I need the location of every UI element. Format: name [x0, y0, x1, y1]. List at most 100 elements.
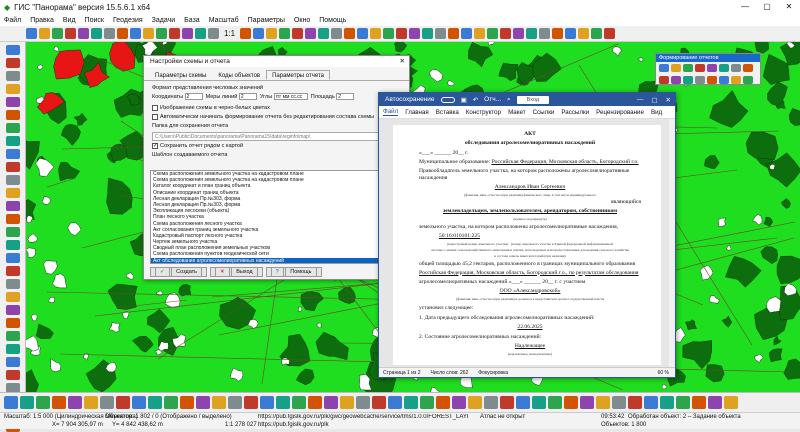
- map-forest-area[interactable]: [132, 336, 153, 352]
- map-clearing[interactable]: [157, 291, 164, 296]
- map-clearing[interactable]: [766, 297, 781, 313]
- create-button[interactable]: ✓ Создать: [150, 267, 207, 277]
- word-zoom[interactable]: 60 %: [658, 370, 669, 376]
- bw-checkbox[interactable]: [152, 105, 158, 111]
- delete-icon[interactable]: [6, 188, 20, 198]
- print-icon[interactable]: [196, 396, 210, 409]
- folder-icon[interactable]: [724, 396, 738, 409]
- map-clearing[interactable]: [639, 58, 643, 62]
- map-forest-area[interactable]: [685, 320, 696, 330]
- layers-icon[interactable]: [148, 396, 162, 409]
- map-forest-area[interactable]: [769, 349, 782, 362]
- map-forest-area[interactable]: [338, 287, 355, 304]
- print-icon[interactable]: [676, 396, 690, 409]
- undo-icon[interactable]: ↶: [473, 96, 478, 104]
- zoom-icon[interactable]: [474, 28, 485, 39]
- save-icon[interactable]: ▣: [461, 96, 467, 104]
- folder-icon[interactable]: [500, 28, 511, 39]
- zoom-icon[interactable]: [612, 396, 626, 409]
- line-tool-icon[interactable]: [6, 370, 20, 380]
- folder-icon[interactable]: [84, 396, 98, 409]
- word-minimize-button[interactable]: —: [637, 96, 644, 104]
- menu-item[interactable]: Поиск: [85, 17, 104, 24]
- map-forest-area[interactable]: [61, 124, 80, 145]
- folder-icon[interactable]: [644, 396, 658, 409]
- folder-icon[interactable]: [26, 28, 37, 39]
- report-tool-icon[interactable]: [719, 64, 729, 72]
- map-forest-area[interactable]: [782, 199, 791, 209]
- map-forest-area[interactable]: [59, 162, 80, 181]
- map-clearing[interactable]: [298, 307, 301, 312]
- print-icon[interactable]: [116, 396, 130, 409]
- ribbon-tab[interactable]: Макет: [508, 109, 526, 116]
- ribbon-tab[interactable]: Рассылки: [561, 109, 589, 116]
- map-clearing[interactable]: [43, 261, 57, 275]
- polygon-tool-icon[interactable]: [6, 71, 20, 81]
- save-icon[interactable]: [580, 396, 594, 409]
- pointer-icon[interactable]: [6, 45, 20, 55]
- print-icon[interactable]: [182, 28, 193, 39]
- map-clearing[interactable]: [488, 42, 494, 45]
- folder-icon[interactable]: [240, 28, 251, 39]
- tab-report-params[interactable]: Параметры отчета: [266, 70, 330, 80]
- map-forest-area[interactable]: [107, 178, 133, 214]
- line-tool-icon[interactable]: [6, 58, 20, 68]
- map-clearing[interactable]: [54, 46, 59, 51]
- save-icon[interactable]: [104, 28, 115, 39]
- zoom-icon[interactable]: [539, 28, 550, 39]
- ribbon-tab[interactable]: Конструктор: [466, 109, 501, 116]
- word-maximize-button[interactable]: ▢: [651, 96, 657, 104]
- map-clearing[interactable]: [754, 354, 763, 363]
- print-icon[interactable]: [356, 396, 370, 409]
- zoom-icon[interactable]: [532, 396, 546, 409]
- menu-item[interactable]: Правка: [30, 17, 54, 24]
- folder-icon[interactable]: [91, 28, 102, 39]
- map-clearing[interactable]: [612, 47, 621, 57]
- print-icon[interactable]: [461, 28, 472, 39]
- print-icon[interactable]: [436, 396, 450, 409]
- report-tool-icon[interactable]: [695, 64, 705, 72]
- layers-icon[interactable]: [208, 28, 219, 39]
- save-icon[interactable]: [448, 28, 459, 39]
- angles-select[interactable]: ггг мм сс.сс: [274, 93, 308, 100]
- report-tool-icon[interactable]: [707, 64, 717, 72]
- layers-icon[interactable]: [228, 396, 242, 409]
- exit-button[interactable]: ✕ Выход: [210, 267, 263, 277]
- maximize-button[interactable]: ▢: [756, 0, 778, 14]
- print-icon[interactable]: [117, 28, 128, 39]
- save-icon[interactable]: [513, 28, 524, 39]
- save-icon[interactable]: [340, 396, 354, 409]
- map-clearing[interactable]: [36, 158, 55, 177]
- layers-icon[interactable]: [388, 396, 402, 409]
- print-icon[interactable]: [526, 28, 537, 39]
- template-list[interactable]: Схема расположения земельного участка на…: [150, 170, 382, 264]
- map-forest-area[interactable]: [706, 365, 724, 383]
- map-forest-area[interactable]: [705, 155, 720, 168]
- delete-icon[interactable]: [6, 84, 20, 94]
- save-icon[interactable]: [383, 28, 394, 39]
- map-clearing[interactable]: [700, 265, 713, 280]
- map-forest-area[interactable]: [316, 332, 349, 360]
- pointer-icon[interactable]: [6, 253, 20, 263]
- map-clearing[interactable]: [68, 223, 81, 236]
- map-forest-area[interactable]: [746, 132, 778, 160]
- save-option[interactable]: Сохранить отчет рядом с картой: [144, 142, 409, 151]
- save-icon[interactable]: [39, 28, 50, 39]
- map-forest-area[interactable]: [784, 359, 800, 380]
- line-tool-icon[interactable]: [6, 266, 20, 276]
- print-icon[interactable]: [52, 28, 63, 39]
- zoom-icon[interactable]: [604, 28, 615, 39]
- zoom-icon[interactable]: [344, 28, 355, 39]
- print-icon[interactable]: [596, 396, 610, 409]
- map-forest-area[interactable]: [774, 336, 781, 345]
- save-icon[interactable]: [169, 28, 180, 39]
- bw-option[interactable]: Изображение схемы в черно-белых цветах: [144, 104, 409, 113]
- close-button[interactable]: ✕: [778, 0, 800, 14]
- minimize-button[interactable]: —: [734, 0, 756, 14]
- map-clearing[interactable]: [26, 248, 36, 258]
- dialog-close-button[interactable]: ✕: [400, 56, 405, 67]
- menu-item[interactable]: Файл: [4, 17, 21, 24]
- map-clearing[interactable]: [126, 272, 133, 279]
- map-clearing[interactable]: [27, 216, 33, 223]
- map-clearing[interactable]: [50, 359, 61, 372]
